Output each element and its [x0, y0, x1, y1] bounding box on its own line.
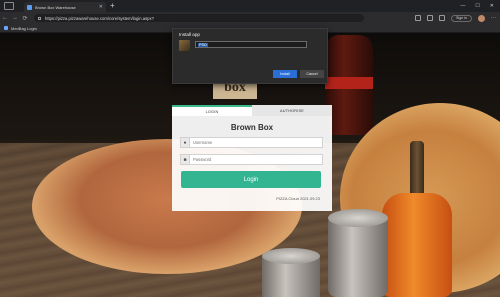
- login-card: LOGIN AUTHORISE Brown Box ● ■ Login PIZZ…: [172, 105, 332, 211]
- refresh-icon[interactable]: ⟳: [20, 15, 30, 22]
- app-icon: [179, 40, 190, 51]
- bookmark-icon: [4, 26, 8, 30]
- shaker-cap-right: [328, 209, 388, 227]
- login-tabs: LOGIN AUTHORISE: [172, 105, 332, 116]
- address-bar-row: ← → ⟳ https://pizza.pizzawarehouse.com/c…: [0, 12, 500, 24]
- back-icon[interactable]: ←: [0, 15, 10, 21]
- more-menu-icon[interactable]: ···: [491, 15, 496, 21]
- tab-actions-icon[interactable]: [4, 2, 14, 10]
- tab-login[interactable]: LOGIN: [172, 105, 252, 116]
- url-text: https://pizza.pizzawarehouse.com/core/sy…: [45, 15, 154, 21]
- lock-icon: ■: [180, 154, 190, 165]
- oil-bottle: [382, 193, 452, 297]
- avatar[interactable]: [478, 14, 485, 22]
- brand-title: Brown Box: [230, 123, 274, 132]
- browser-toolbar: Sign in ···: [415, 14, 500, 22]
- user-icon: ●: [180, 137, 190, 148]
- collections-icon[interactable]: [439, 15, 445, 21]
- url-field[interactable]: https://pizza.pizzawarehouse.com/core/sy…: [34, 14, 364, 22]
- install-button[interactable]: Install: [273, 70, 297, 78]
- install-app-icon[interactable]: [415, 15, 421, 21]
- cancel-button[interactable]: Cancel: [300, 70, 324, 78]
- close-tab-icon[interactable]: ✕: [99, 4, 103, 10]
- oil-bottle-neck: [410, 141, 424, 197]
- tab-title: Brown Box Warehouse: [35, 4, 76, 10]
- minimize-icon[interactable]: —: [460, 3, 465, 9]
- close-window-icon[interactable]: ✕: [490, 3, 494, 9]
- bookmark-medbag-login[interactable]: MedBag Login: [11, 26, 37, 31]
- password-input[interactable]: [190, 154, 323, 165]
- shaker-right: [328, 215, 388, 297]
- username-field-group: ●: [180, 137, 323, 148]
- forward-icon[interactable]: →: [10, 15, 20, 21]
- shaker-cap-left: [262, 248, 320, 264]
- browser-tab-bar: Brown Box Warehouse ✕ + — ☐ ✕: [0, 0, 500, 12]
- favorites-icon[interactable]: [427, 15, 433, 21]
- tab-favicon-icon: [27, 4, 32, 10]
- app-name-input[interactable]: PSD: [195, 41, 307, 48]
- version-footer: PIZZA Cloud 2021.09.23: [276, 196, 320, 201]
- maximize-icon[interactable]: ☐: [475, 3, 479, 9]
- login-button[interactable]: Login: [181, 171, 321, 188]
- password-field-group: ■: [180, 154, 323, 165]
- tab-authorise[interactable]: AUTHORISE: [252, 105, 332, 116]
- username-input[interactable]: [190, 137, 323, 148]
- install-dialog-title: Install app: [179, 32, 200, 37]
- install-app-dialog: Install app PSD Install Cancel: [172, 28, 328, 84]
- cola-bottle-label: [325, 77, 373, 89]
- lock-icon[interactable]: [38, 16, 41, 20]
- sign-in-button[interactable]: Sign in: [451, 14, 472, 22]
- browser-tab[interactable]: Brown Box Warehouse ✕: [24, 2, 106, 12]
- window-controls: — ☐ ✕: [460, 3, 500, 9]
- new-tab-icon[interactable]: +: [110, 2, 115, 10]
- app-name-value: PSD: [198, 42, 208, 47]
